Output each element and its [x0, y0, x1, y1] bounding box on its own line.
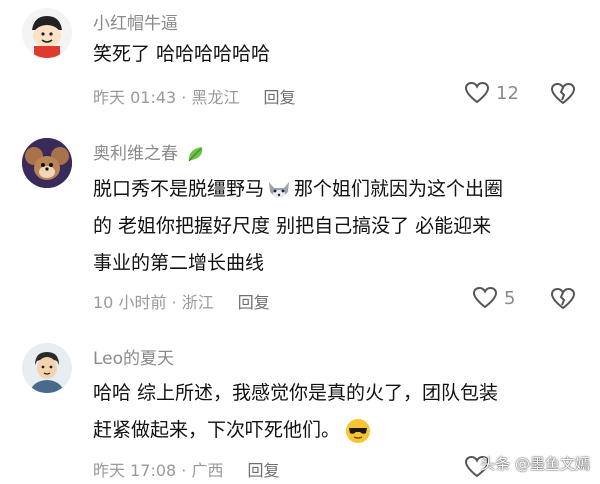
dislike-button[interactable] — [550, 287, 576, 315]
like-count: 12 — [496, 82, 519, 104]
like-count: 5 — [504, 287, 516, 309]
heart-outline-icon — [472, 286, 498, 309]
watermark: 头条 @墨鱼文嫣 — [480, 455, 590, 473]
comment-time-location: 昨天 01:43 · 黑龙江 — [93, 88, 240, 107]
comment-meta: 昨天 01:43 · 黑龙江 回复 — [93, 84, 295, 108]
comment-text-part: 脱口秀不是脱缰野马 — [93, 178, 265, 200]
reply-button[interactable]: 回复 — [247, 461, 279, 480]
user-avatar[interactable] — [22, 138, 72, 188]
broken-heart-icon — [550, 82, 576, 105]
comment-2: 奥利维之春 脱口秀不是脱缰野马 那个姐们就因为这个出圈 的 老姐你把握好尺度 别… — [0, 125, 600, 325]
comment-time-location: 10 小时前 · 浙江 — [93, 293, 214, 312]
username[interactable]: 小红帽牛逼 — [93, 9, 178, 34]
leaf-badge-icon — [188, 147, 203, 162]
username[interactable]: Leo的夏天 — [93, 344, 174, 369]
comment-time-location: 昨天 17:08 · 广西 — [93, 461, 224, 480]
cartoon-boy-avatar-icon — [22, 8, 72, 58]
comment-1: 小红帽牛逼 笑死了 哈哈哈哈哈哈 昨天 01:43 · 黑龙江 回复 12 — [0, 0, 600, 120]
user-avatar[interactable] — [22, 8, 72, 58]
reply-button[interactable]: 回复 — [238, 293, 270, 312]
comment-meta: 10 小时前 · 浙江 回复 — [93, 289, 270, 313]
comment-meta: 昨天 17:08 · 广西 回复 — [93, 457, 279, 481]
wolf-emoji-icon — [269, 181, 290, 198]
comment-text-line: 的 老姐你把握好尺度 别把自己搞没了 必能迎来 — [93, 215, 492, 237]
dislike-button[interactable] — [550, 82, 576, 110]
comment-text-line: 脱口秀不是脱缰野马 那个姐们就因为这个出圈 — [93, 171, 503, 208]
sunglasses-emoji-icon — [346, 418, 371, 443]
comment-text-part: 那个姐们就因为这个出圈 — [294, 178, 504, 200]
comment-text-line: 事业的第二增长曲线 — [93, 252, 265, 274]
like-button[interactable]: 12 — [464, 81, 519, 105]
broken-heart-icon — [550, 287, 576, 310]
comment-text-line: 哈哈 综上所述，我感觉你是真的火了，团队包装 — [93, 382, 499, 404]
comment-text-part: 赶紧做起来，下次吓死他们。 — [93, 419, 341, 441]
comment-text-line: 笑死了 哈哈哈哈哈哈 — [93, 43, 271, 65]
cartoon-man-avatar-icon — [22, 343, 72, 393]
username[interactable]: 奥利维之春 — [93, 139, 206, 164]
heart-outline-icon — [464, 81, 490, 104]
cartoon-mouse-avatar-icon — [22, 138, 72, 188]
user-avatar[interactable] — [22, 343, 72, 393]
like-button[interactable]: 5 — [472, 286, 515, 310]
username-text: 奥利维之春 — [93, 144, 178, 164]
comment-text-line: 赶紧做起来，下次吓死他们。 — [93, 412, 372, 449]
reply-button[interactable]: 回复 — [263, 88, 295, 107]
